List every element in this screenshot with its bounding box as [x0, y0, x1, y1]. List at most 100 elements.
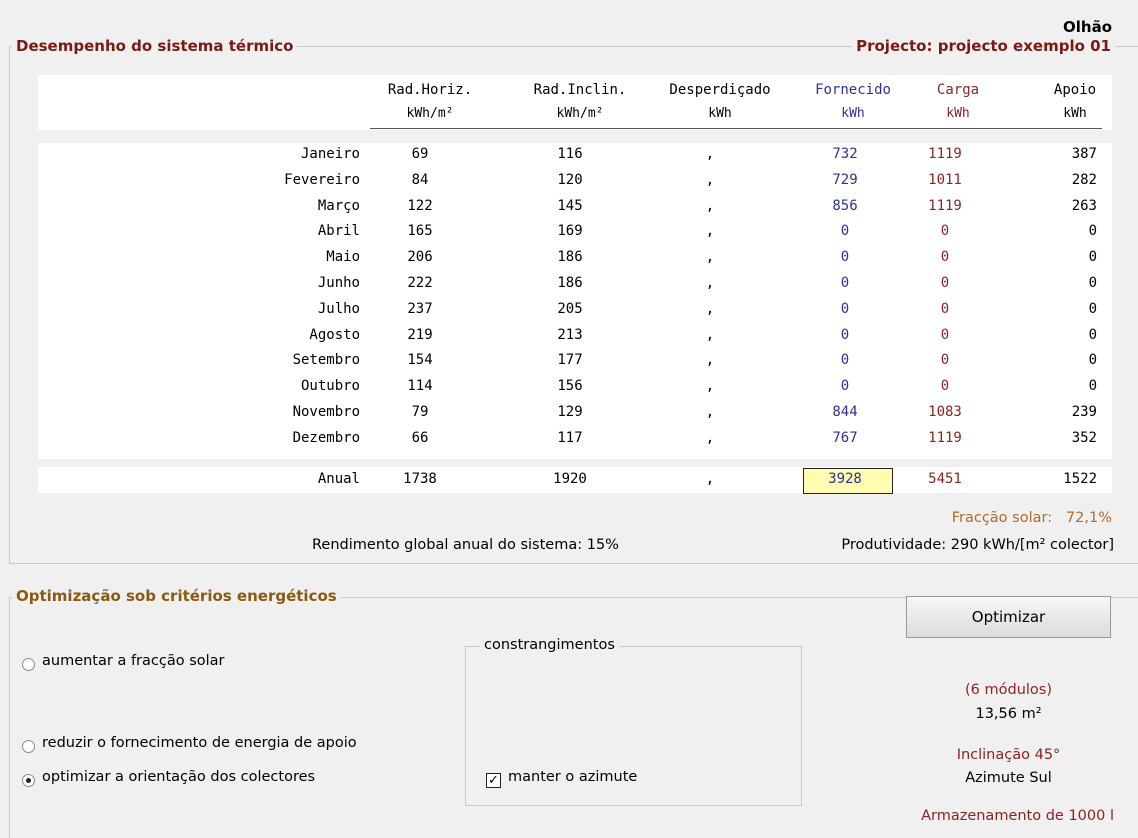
cell-inc: 169: [557, 223, 583, 240]
cell-des: ,: [705, 429, 715, 446]
cell-des: ,: [705, 378, 715, 395]
cell-des: ,: [705, 171, 715, 188]
column-header-apoio: Apoio: [1053, 82, 1097, 98]
cell-inc: 1920: [553, 471, 587, 487]
cell-month: Outubro: [300, 378, 360, 395]
cell-apoio: 263: [1071, 197, 1097, 214]
keep-azimuth-label[interactable]: manter o azimute: [508, 769, 637, 785]
cell-hz: 206: [407, 249, 433, 266]
cell-forn: 732: [832, 146, 858, 162]
cell-apoio: 0: [1088, 326, 1097, 343]
cell-inc: 213: [557, 326, 583, 343]
cell-hz: 1738: [403, 471, 437, 487]
cell-forn: 0: [840, 378, 850, 395]
cell-forn: 0: [840, 223, 850, 240]
cell-hz: 114: [407, 378, 433, 395]
cell-hz: 237: [407, 300, 433, 317]
cell-hz: 165: [407, 223, 433, 240]
cell-forn: 0: [840, 249, 850, 266]
cell-forn: 3928: [828, 471, 862, 487]
column-header-carga: Carga: [936, 82, 980, 98]
cell-apoio: 282: [1071, 171, 1097, 188]
option-increase-solar-fraction-label[interactable]: aumentar a fracção solar: [42, 653, 225, 669]
productivity: Produtividade: 290 kWh/[m² colector]: [841, 537, 1114, 553]
cell-apoio: 0: [1088, 352, 1097, 369]
cell-des: ,: [705, 404, 715, 420]
radio-reduce-backup-energy[interactable]: [22, 740, 35, 753]
cell-inc: 117: [557, 429, 583, 446]
column-header-forn: Fornecido: [815, 82, 891, 98]
cell-des: ,: [705, 300, 715, 317]
cell-month: Abril: [317, 223, 360, 240]
column-unit-hz: kWh/m²: [406, 106, 454, 121]
location-label: Olhão: [1063, 18, 1112, 36]
performance-title: Desempenho do sistema térmico: [12, 37, 298, 55]
cell-des: ,: [705, 471, 715, 487]
cell-carga: 1119: [928, 197, 962, 214]
cell-apoio: 352: [1071, 429, 1097, 446]
cell-carga: 0: [940, 352, 950, 369]
column-header-inc: Rad.Inclin.: [533, 82, 627, 98]
cell-forn: 767: [832, 429, 858, 446]
cell-apoio: 0: [1088, 378, 1097, 395]
cell-month: Março: [317, 197, 360, 214]
column-unit-forn: kWh: [841, 106, 865, 121]
cell-apoio: 0: [1088, 249, 1097, 266]
cell-apoio: 387: [1071, 146, 1097, 162]
cell-month: Fevereiro: [284, 171, 360, 188]
header-divider: [370, 128, 1102, 129]
azimuth-value: Azimute Sul: [965, 770, 1052, 786]
solar-fraction: Fracção solar: 72,1%: [952, 510, 1112, 526]
modules-count: (6 módulos): [965, 682, 1052, 698]
cell-des: ,: [705, 197, 715, 214]
cell-forn: 856: [832, 197, 858, 214]
cell-month: Setembro: [292, 352, 360, 369]
cell-inc: 205: [557, 300, 583, 317]
cell-des: ,: [705, 326, 715, 343]
cell-hz: 84: [411, 171, 429, 188]
column-unit-des: kWh: [708, 106, 732, 121]
cell-inc: 120: [557, 171, 583, 188]
cell-carga: 5451: [928, 471, 962, 487]
cell-month: Agosto: [309, 326, 360, 343]
project-label: Projecto: projecto exemplo 01: [852, 37, 1115, 55]
cell-forn: 844: [832, 404, 858, 420]
cell-apoio: 0: [1088, 223, 1097, 240]
cell-des: ,: [705, 275, 715, 291]
cell-month: Maio: [326, 249, 360, 266]
cell-carga: 0: [940, 300, 950, 317]
cell-des: ,: [705, 249, 715, 266]
cell-inc: 177: [557, 352, 583, 369]
cell-forn: 0: [840, 275, 850, 291]
optimize-button[interactable]: Optimizar: [906, 596, 1111, 638]
cell-carga: 1083: [928, 404, 962, 420]
cell-month: Julho: [317, 300, 360, 317]
column-header-hz: Rad.Horiz.: [387, 82, 473, 98]
cell-carga: 0: [940, 326, 950, 343]
radio-increase-solar-fraction[interactable]: [22, 658, 35, 671]
cell-des: ,: [705, 223, 715, 240]
optimization-title: Optimização sob critérios energéticos: [12, 587, 341, 605]
cell-des: ,: [705, 146, 715, 162]
constraints-title: constrangimentos: [480, 637, 619, 653]
cell-month: Anual: [317, 471, 360, 487]
cell-carga: 1011: [928, 171, 962, 188]
cell-carga: 0: [940, 275, 950, 291]
cell-inc: 116: [557, 146, 583, 162]
cell-carga: 0: [940, 378, 950, 395]
cell-forn: 0: [840, 300, 850, 317]
cell-forn: 729: [832, 171, 858, 188]
cell-hz: 122: [407, 197, 433, 214]
cell-inc: 186: [557, 249, 583, 266]
keep-azimuth-checkbox[interactable]: ✓: [486, 773, 501, 788]
cell-apoio: 0: [1088, 275, 1097, 291]
cell-carga: 0: [940, 223, 950, 240]
option-optimize-orientation-label[interactable]: optimizar a orientação dos colectores: [42, 769, 315, 785]
option-reduce-backup-energy-label[interactable]: reduzir o fornecimento de energia de apo…: [42, 735, 357, 751]
column-unit-carga: kWh: [946, 106, 970, 121]
cell-inc: 145: [557, 197, 583, 214]
cell-hz: 222: [407, 275, 433, 291]
cell-month: Dezembro: [292, 429, 360, 446]
radio-optimize-orientation[interactable]: [22, 774, 35, 787]
solar-fraction-label: Fracção solar:: [951, 510, 1053, 526]
